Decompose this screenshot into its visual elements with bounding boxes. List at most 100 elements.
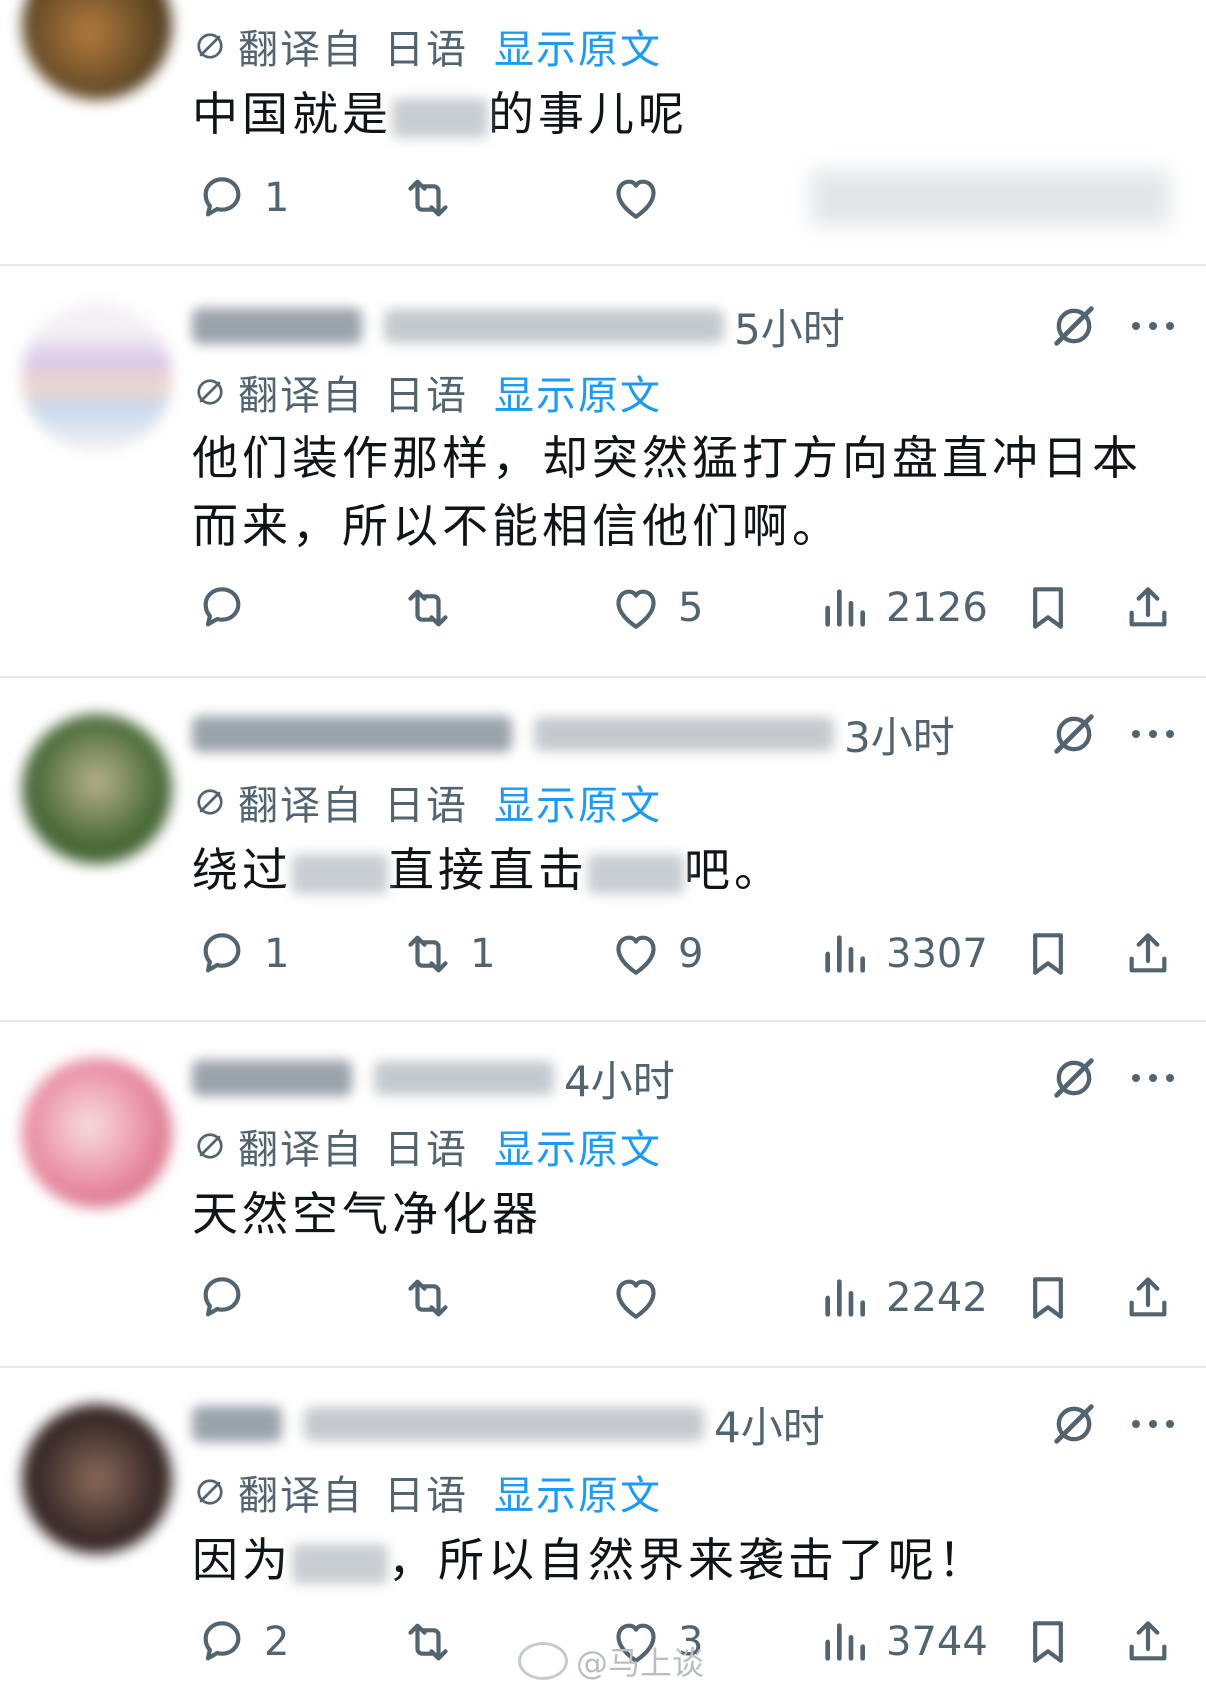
reply-count: 1 [264, 931, 290, 977]
post-time[interactable]: 3小时 [844, 704, 955, 765]
blurred-display-name[interactable] [192, 716, 512, 752]
show-original-link[interactable]: 显示原文 [494, 1117, 662, 1175]
blurred-display-name[interactable] [192, 1406, 282, 1442]
views-button[interactable]: 2242 [816, 1270, 988, 1326]
show-original-link[interactable]: 显示原文 [494, 17, 662, 75]
translation-row: 翻译自 日语 显示原文 [192, 362, 662, 422]
post-1[interactable]: 翻译自 日语 显示原文 中国就是 的事儿呢 1 [0, 0, 1206, 264]
blurred-handle[interactable] [384, 309, 724, 343]
more-icon[interactable] [1130, 1072, 1176, 1084]
reply-button[interactable]: 2 [194, 1614, 289, 1670]
repost-icon [400, 170, 456, 226]
bookmark-icon [1020, 1270, 1076, 1326]
grok-icon[interactable] [1048, 708, 1100, 760]
show-original-link[interactable]: 显示原文 [494, 773, 662, 831]
bookmark-icon [1020, 1614, 1076, 1670]
censored-text [392, 97, 488, 138]
post-text: 他们装作那样，却突然猛打方向盘直冲日本而来，所以不能相信他们啊。 [192, 431, 1142, 553]
like-icon [608, 1270, 664, 1326]
post-meta: 4小时 [192, 1394, 825, 1454]
post-3[interactable]: 3小时 翻译自 日语 显示原文 绕过 直接直击 吧。 1 1 9 3307 [0, 678, 1206, 1020]
translation-row: 翻译自 日语 显示原文 [192, 16, 662, 76]
post-text: 中国就是 的事儿呢 [192, 87, 688, 141]
blurred-display-name[interactable] [192, 1060, 352, 1096]
repost-button[interactable] [400, 1270, 456, 1326]
reply-icon [194, 580, 250, 636]
source-language: 日语 [384, 27, 468, 73]
share-button[interactable] [1120, 580, 1176, 636]
repost-button[interactable] [400, 580, 456, 636]
view-count: 3307 [886, 931, 988, 977]
like-icon [608, 926, 664, 982]
repost-button[interactable] [400, 1614, 456, 1670]
translated-from-label: 翻译自 [238, 1127, 364, 1173]
source-language: 日语 [384, 783, 468, 829]
repost-button[interactable]: 1 [400, 926, 495, 982]
show-original-link[interactable]: 显示原文 [494, 363, 662, 421]
share-button[interactable] [1120, 1614, 1176, 1670]
translate-icon [192, 1474, 228, 1510]
reply-count: 1 [264, 175, 290, 221]
weibo-logo-icon [518, 1642, 568, 1680]
post-text: 天然空气净化器 [192, 1187, 542, 1241]
blurred-handle[interactable] [304, 1407, 704, 1441]
more-icon[interactable] [1130, 1418, 1176, 1430]
avatar[interactable] [22, 0, 172, 100]
avatar[interactable] [22, 302, 172, 452]
views-button[interactable]: 2126 [816, 580, 988, 636]
repost-button[interactable] [400, 170, 456, 226]
share-button[interactable] [1120, 1270, 1176, 1326]
more-icon[interactable] [1130, 728, 1176, 740]
reply-icon [194, 170, 250, 226]
repost-icon [400, 1614, 456, 1670]
post-time[interactable]: 5小时 [734, 296, 845, 357]
grok-icon[interactable] [1048, 1052, 1100, 1104]
repost-icon [400, 926, 456, 982]
post-2[interactable]: 5小时 翻译自 日语 显示原文 他们装作那样，却突然猛打方向盘直冲日本而来，所以… [0, 266, 1206, 676]
blurred-handle[interactable] [534, 717, 834, 751]
source-language: 日语 [384, 373, 468, 419]
views-icon [816, 580, 872, 636]
post-text: 绕过 直接直击 吧。 [192, 843, 784, 897]
avatar[interactable] [22, 1404, 172, 1554]
view-count: 3744 [886, 1619, 988, 1665]
translated-from-label: 翻译自 [238, 373, 364, 419]
like-count: 9 [678, 931, 704, 977]
translated-from-label: 翻译自 [238, 1473, 364, 1519]
views-icon [816, 926, 872, 982]
reply-button[interactable]: 1 [194, 926, 289, 982]
show-original-link[interactable]: 显示原文 [494, 1463, 662, 1521]
post-4[interactable]: 4小时 翻译自 日语 显示原文 天然空气净化器 2242 [0, 1022, 1206, 1366]
like-button[interactable]: 5 [608, 580, 703, 636]
views-button[interactable]: 3744 [816, 1614, 988, 1670]
grok-icon[interactable] [1048, 300, 1100, 352]
avatar[interactable] [22, 1058, 172, 1208]
post-meta: 3小时 [192, 704, 955, 764]
bookmark-button[interactable] [1020, 580, 1076, 636]
censored-text [292, 1543, 388, 1584]
reply-button[interactable] [194, 580, 250, 636]
share-icon [1120, 926, 1176, 982]
like-button[interactable] [608, 170, 664, 226]
post-time[interactable]: 4小时 [714, 1394, 825, 1455]
blurred-display-name[interactable] [192, 308, 362, 344]
share-button[interactable] [1120, 926, 1176, 982]
more-icon[interactable] [1130, 320, 1176, 332]
reply-button[interactable] [194, 1270, 250, 1326]
reply-count: 2 [264, 1619, 290, 1665]
reply-icon [194, 926, 250, 982]
bookmark-button[interactable] [1020, 926, 1076, 982]
bookmark-icon [1020, 926, 1076, 982]
reply-button[interactable]: 1 [194, 170, 289, 226]
post-time[interactable]: 4小时 [564, 1048, 675, 1109]
bookmark-button[interactable] [1020, 1614, 1076, 1670]
like-button[interactable] [608, 1270, 664, 1326]
views-button[interactable]: 3307 [816, 926, 988, 982]
bookmark-button[interactable] [1020, 1270, 1076, 1326]
avatar[interactable] [22, 714, 172, 864]
post-text: 因为 ，所以自然界来袭击了呢！ [192, 1533, 988, 1587]
like-button[interactable]: 9 [608, 926, 703, 982]
blurred-handle[interactable] [374, 1061, 554, 1095]
grok-icon[interactable] [1048, 1398, 1100, 1450]
view-count: 2126 [886, 585, 988, 631]
